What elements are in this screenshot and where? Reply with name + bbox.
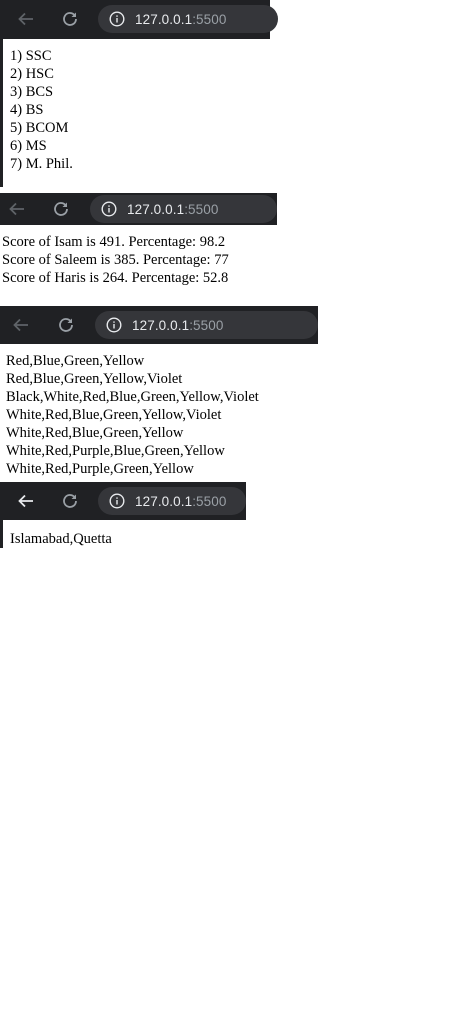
window-edge xyxy=(0,39,3,187)
reload-button[interactable] xyxy=(53,312,79,338)
reload-icon xyxy=(59,318,73,332)
colors-line: Black,White,Red,Blue,Green,Yellow,Violet xyxy=(6,389,259,405)
colors-line: White,Red,Blue,Green,Yellow,Violet xyxy=(6,407,222,423)
reload-icon xyxy=(63,494,77,508)
score-line: Score of Haris is 264. Percentage: 52.8 xyxy=(2,270,229,286)
site-info-icon[interactable] xyxy=(108,10,126,28)
url-text: 127.0.0.1:5500 xyxy=(135,11,227,27)
address-bar[interactable]: 127.0.0.1:5500 xyxy=(90,195,277,223)
colors-line: White,Red,Blue,Green,Yellow xyxy=(6,425,184,441)
back-arrow-icon xyxy=(9,202,24,216)
back-arrow-icon xyxy=(18,12,33,26)
back-arrow-icon xyxy=(18,494,33,508)
url-text: 127.0.0.1:5500 xyxy=(135,493,227,509)
back-button[interactable] xyxy=(4,196,30,222)
address-bar[interactable]: 127.0.0.1:5500 xyxy=(98,5,278,33)
site-info-icon[interactable] xyxy=(108,492,126,510)
list-item: 2) HSC xyxy=(10,66,54,82)
list-item: 7) M. Phil. xyxy=(10,156,73,172)
browser-toolbar: 127.0.0.1:5500 xyxy=(0,0,278,39)
scores-output: Score of Isam is 491. Percentage: 98.2 S… xyxy=(2,233,229,287)
list-item: 5) BCOM xyxy=(10,120,69,136)
score-line: Score of Isam is 491. Percentage: 98.2 xyxy=(2,234,226,250)
address-bar[interactable]: 127.0.0.1:5500 xyxy=(95,311,318,339)
site-info-icon[interactable] xyxy=(100,200,118,218)
education-list: 1) SSC 2) HSC 3) BCS 4) BS 5) BCOM 6) MS… xyxy=(10,47,73,173)
back-button[interactable] xyxy=(8,312,34,338)
colors-line: Red,Blue,Green,Yellow xyxy=(6,353,145,369)
url-text: 127.0.0.1:5500 xyxy=(132,317,224,333)
colors-line: White,Red,Purple,Green,Yellow xyxy=(6,461,194,477)
reload-button[interactable] xyxy=(57,6,83,32)
list-item: 6) MS xyxy=(10,138,47,154)
list-item: 1) SSC xyxy=(10,48,52,64)
site-info-icon[interactable] xyxy=(105,316,123,334)
window-edge xyxy=(0,520,3,548)
back-button[interactable] xyxy=(13,488,39,514)
url-text: 127.0.0.1:5500 xyxy=(127,201,219,217)
address-bar[interactable]: 127.0.0.1:5500 xyxy=(98,487,246,515)
browser-toolbar: 127.0.0.1:5500 xyxy=(0,482,246,520)
reload-button[interactable] xyxy=(48,196,74,222)
colors-line: White,Red,Purple,Blue,Green,Yellow xyxy=(6,443,225,459)
list-item: 3) BCS xyxy=(10,84,54,100)
browser-toolbar: 127.0.0.1:5500 xyxy=(0,193,277,225)
back-button[interactable] xyxy=(13,6,39,32)
reload-icon xyxy=(63,12,77,26)
list-item: 4) BS xyxy=(10,102,44,118)
cities-output: Islamabad,Quetta xyxy=(10,530,112,548)
back-arrow-icon xyxy=(13,318,28,332)
reload-button[interactable] xyxy=(57,488,83,514)
colors-output: Red,Blue,Green,Yellow Red,Blue,Green,Yel… xyxy=(6,352,259,478)
colors-line: Red,Blue,Green,Yellow,Violet xyxy=(6,371,183,387)
cities-line: Islamabad,Quetta xyxy=(10,531,112,547)
browser-toolbar: 127.0.0.1:5500 xyxy=(0,306,318,344)
score-line: Score of Saleem is 385. Percentage: 77 xyxy=(2,252,229,268)
reload-icon xyxy=(54,202,68,216)
